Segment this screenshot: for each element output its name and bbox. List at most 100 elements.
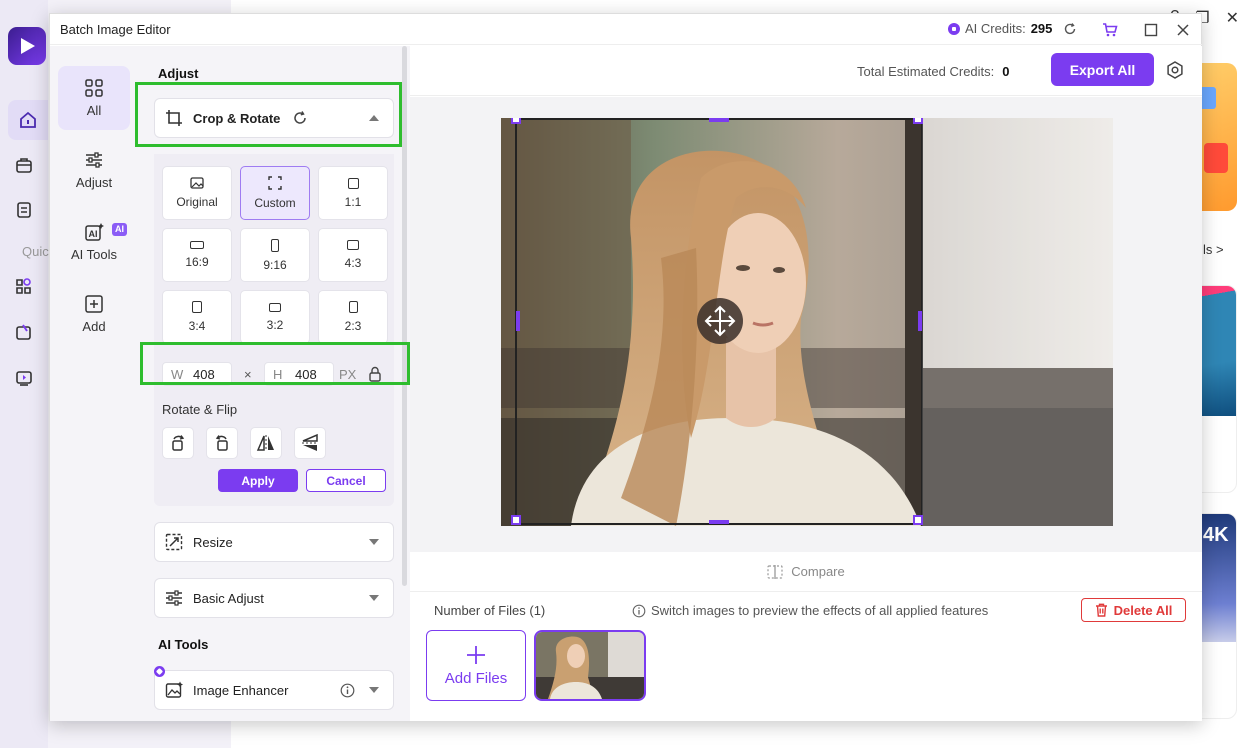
rail-item-add[interactable]: Add [58,282,130,346]
ratio-label: Original [176,195,218,209]
rail-label-adjust: Adjust [75,175,113,190]
app-logo [8,27,46,65]
ai-credits: AI Credits: 295 [948,21,1077,36]
batch-image-editor-dialog: Batch Image Editor AI Credits: 295 All A… [49,13,1202,721]
sliders-icon [166,590,182,606]
ratio-3-4[interactable]: 3:4 [162,290,232,344]
rail-label-all: All [86,103,102,118]
rail-label-add: Add [82,319,106,334]
category-rail: All Adjust AI AI Tools AI Add [50,46,138,721]
ratio-label: 2:3 [344,319,362,333]
ratio-custom[interactable]: Custom [240,166,310,220]
ratio-original[interactable]: Original [162,166,232,220]
close-icon[interactable] [1174,21,1192,39]
ratio-3-2[interactable]: 3:2 [240,290,310,344]
ratio-9-16-icon [271,238,279,252]
preview-image [501,118,1113,526]
add-files-button[interactable]: Add Files [426,630,526,701]
compare-label: Compare [791,564,845,579]
settings-icon[interactable] [1166,61,1184,79]
ratio-label: 16:9 [185,255,209,269]
panel-scrollbar[interactable] [402,46,407,586]
preview-area: Total Estimated Credits: 0 Export All Co… [410,46,1202,721]
ratio-1-1[interactable]: 1:1 [318,166,388,220]
basic-adjust-label: Basic Adjust [193,590,264,606]
preview-toolbar: Total Estimated Credits: 0 Export All [410,46,1202,96]
maximize-icon[interactable] [1142,21,1160,39]
cancel-button[interactable]: Cancel [306,469,386,492]
delete-all-label: Delete All [1113,602,1173,618]
expand-icon[interactable] [369,687,379,693]
image-enhancer-label: Image Enhancer [193,682,289,698]
highlight-crop-rotate [135,82,402,147]
grid-icon [85,79,103,97]
ratio-2-3[interactable]: 2:3 [318,290,388,344]
ratio-16-9[interactable]: 16:9 [162,228,232,282]
expand-icon[interactable] [369,595,379,601]
ratio-16-9-icon [190,241,204,249]
rail-item-ai-tools[interactable]: AI AI Tools [58,210,130,274]
home-icon[interactable] [8,100,48,140]
adjust-section-title: Adjust [158,66,199,81]
apply-button[interactable]: Apply [218,469,298,492]
estimated-credits: Total Estimated Credits: 0 [857,64,1010,79]
rotate-flip-title: Rotate & Flip [162,402,238,417]
ratio-label: 1:1 [344,194,362,209]
flip-vertical-icon [302,433,318,451]
bg-more-link[interactable]: ls > [1203,242,1224,257]
rotate-right-button[interactable] [162,427,194,459]
info-icon [632,604,646,617]
resize-label: Resize [193,534,233,550]
ratio-3-4-icon [192,301,202,313]
quick-tv-icon[interactable] [0,358,48,398]
cart-icon[interactable] [1101,21,1119,39]
refresh-icon[interactable] [1063,22,1077,36]
resize-header[interactable]: Resize [154,522,394,562]
custom-crop-icon [268,176,282,190]
rail-label-ai-tools: AI Tools [70,247,117,262]
quick-edit-icon[interactable] [0,312,48,352]
flip-horizontal-button[interactable] [250,427,282,459]
resize-icon [165,533,183,551]
estimated-credits-label: Total Estimated Credits: [857,64,995,79]
rotate-left-button[interactable] [206,427,238,459]
ratio-4-3[interactable]: 4:3 [318,228,388,282]
svg-text:AI: AI [89,229,98,239]
toolbox-icon[interactable] [0,145,48,185]
add-files-label: Add Files [444,670,508,687]
number-of-files: Number of Files (1) [434,603,546,618]
delete-all-button[interactable]: Delete All [1081,598,1186,622]
bg-close-icon[interactable]: ✕ [1226,8,1239,28]
quick-tool-icon[interactable] [0,266,48,306]
plus-icon [467,646,485,664]
add-icon [85,295,103,313]
compare-button[interactable]: Compare [410,552,1202,592]
image-enhancer-header[interactable]: Image Enhancer [154,670,394,710]
export-all-button[interactable]: Export All [1051,53,1154,86]
trash-icon [1095,603,1107,617]
rail-item-adjust[interactable]: Adjust [58,138,130,202]
rail-item-all[interactable]: All [58,66,130,130]
image-icon [190,177,204,189]
info-icon[interactable] [340,683,355,698]
ratio-9-16[interactable]: 9:16 [240,228,310,282]
dialog-title: Batch Image Editor [60,22,171,37]
ratio-4-3-icon [347,240,359,250]
expand-icon[interactable] [369,539,379,545]
image-canvas [410,97,1202,552]
highlight-size-inputs [140,342,410,385]
ai-badge: AI [112,223,127,236]
ratio-3-2-icon [269,302,281,312]
basic-adjust-header[interactable]: Basic Adjust [154,578,394,618]
ratio-2-3-icon [348,301,358,313]
flip-horizontal-icon [256,435,274,451]
compare-icon [767,564,783,579]
credits-value: 295 [1030,21,1053,36]
ai-tools-icon: AI [85,223,104,241]
preview-hint-text: Switch images to preview the effects of … [651,603,989,618]
document-icon[interactable] [0,190,48,230]
ratio-label: 3:2 [266,317,284,332]
flip-vertical-button[interactable] [294,427,326,459]
quick-label: Quic [22,244,49,259]
file-thumbnail[interactable] [534,630,646,701]
